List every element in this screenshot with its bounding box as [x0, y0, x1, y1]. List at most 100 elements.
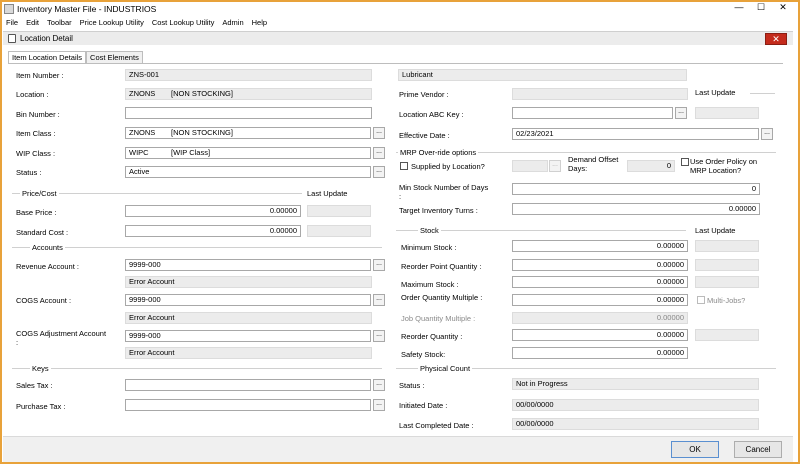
base-price-input[interactable]: 0.00000 [125, 205, 301, 217]
accounts-section: Accounts [12, 243, 382, 252]
menu-help[interactable]: Help [252, 18, 267, 27]
use-order-policy-label-2: MRP Location? [690, 166, 742, 175]
reorder-quantity-input[interactable]: 0.00000 [512, 329, 688, 341]
sales-tax-lookup-button[interactable]: ... [373, 379, 385, 391]
wip-class-label: WIP Class : [16, 149, 56, 158]
last-update-label: Last Update [695, 88, 736, 97]
use-order-policy-label: Use Order Policy on [690, 157, 758, 166]
ok-button[interactable]: OK [671, 441, 719, 458]
min-stock-days-input[interactable]: 0 [512, 183, 760, 195]
minimum-stock-last-update [695, 240, 759, 252]
order-qty-multiple-label: Order Quantity Multiple : [401, 293, 483, 302]
menu-admin[interactable]: Admin [222, 18, 243, 27]
close-app-icon[interactable]: ✕ [772, 2, 794, 13]
menu-edit[interactable]: Edit [26, 18, 39, 27]
menu-file[interactable]: File [6, 18, 18, 27]
window-controls: — ☐ ✕ [728, 2, 794, 13]
maximum-stock-label: Maximum Stock : [401, 280, 459, 289]
status-lookup-button[interactable]: ... [373, 166, 385, 178]
revenue-account-label: Revenue Account : [16, 262, 79, 271]
abc-key-input[interactable] [512, 107, 673, 119]
effective-date-label: Effective Date : [399, 131, 450, 140]
maximum-stock-input[interactable]: 0.00000 [512, 276, 688, 288]
target-turns-input[interactable]: 0.00000 [512, 203, 760, 215]
purchase-tax-input[interactable] [125, 399, 371, 411]
item-class-input[interactable]: ZNONS [NON STOCKING] [125, 127, 371, 139]
dialog-close-icon[interactable]: ✕ [765, 33, 787, 45]
revenue-account-input[interactable]: 9999-000 [125, 259, 371, 271]
tab-divider [8, 63, 783, 64]
multi-jobs-label: Multi-Jobs? [707, 296, 746, 305]
app-title: Inventory Master File - INDUSTRIOS [17, 4, 157, 14]
item-number-label: Item Number : [16, 71, 64, 80]
initiated-date-label: Initiated Date : [399, 401, 448, 410]
reorder-point-last-update [695, 259, 759, 271]
location-field: ZNONS [NON STOCKING] [125, 88, 372, 100]
multi-jobs-checkbox[interactable] [697, 296, 705, 304]
reorder-quantity-label: Reorder Quantity : [401, 332, 463, 341]
abc-key-lookup-button[interactable]: ... [675, 107, 687, 119]
cogs-adj-account-lookup-button[interactable]: ... [373, 330, 385, 342]
item-class-label: Item Class : [16, 129, 56, 138]
purchase-tax-lookup-button[interactable]: ... [373, 399, 385, 411]
keys-section: Keys [12, 364, 382, 373]
stock-section: Stock [396, 226, 686, 235]
status-select[interactable]: Active [125, 166, 371, 178]
supplied-by-location-lookup-button[interactable]: ... [549, 160, 561, 172]
minimum-stock-label: Minimum Stock : [401, 243, 457, 252]
safety-stock-label: Safety Stock: [401, 350, 446, 359]
initiated-date-field: 00/00/0000 [512, 399, 759, 411]
cogs-account-input[interactable]: 9999-000 [125, 294, 371, 306]
cogs-account-lookup-button[interactable]: ... [373, 294, 385, 306]
effective-date-input[interactable]: 02/23/2021 [512, 128, 759, 140]
price-cost-section: Price/Cost [12, 189, 302, 198]
last-completed-date-label: Last Completed Date : [399, 421, 474, 430]
app-titlebar: Inventory Master File - INDUSTRIOS — ☐ ✕ [2, 2, 798, 16]
item-class-code: ZNONS [129, 128, 156, 137]
wip-class-lookup-button[interactable]: ... [373, 147, 385, 159]
menu-cost-lookup[interactable]: Cost Lookup Utility [152, 18, 215, 27]
base-price-label: Base Price : [16, 208, 57, 217]
wip-class-input[interactable]: WIPC [WIP Class] [125, 147, 371, 159]
demand-offset-label: Demand Offset [568, 155, 619, 164]
order-qty-multiple-input[interactable]: 0.00000 [512, 294, 688, 306]
demand-offset-input[interactable]: 0 [627, 160, 675, 172]
physical-count-heading: Physical Count [418, 364, 473, 373]
reorder-point-label: Reorder Point Quantity : [401, 262, 482, 271]
menu-toolbar[interactable]: Toolbar [47, 18, 72, 27]
wip-class-code: WIPC [129, 148, 149, 157]
accounts-heading: Accounts [30, 243, 65, 252]
app-icon [4, 4, 14, 14]
revenue-account-lookup-button[interactable]: ... [373, 259, 385, 271]
menu-price-lookup[interactable]: Price Lookup Utility [80, 18, 144, 27]
cancel-button[interactable]: Cancel [734, 441, 782, 458]
menu-bar: File Edit Toolbar Price Lookup Utility C… [2, 16, 798, 28]
supplied-by-location-checkbox[interactable] [400, 162, 408, 170]
standard-cost-input[interactable]: 0.00000 [125, 225, 301, 237]
demand-offset-days-label: Days: [568, 164, 588, 173]
bin-number-input[interactable] [125, 107, 372, 119]
pc-status-label: Status : [399, 381, 425, 390]
standard-cost-last-update [307, 225, 371, 237]
safety-stock-input[interactable]: 0.00000 [512, 347, 688, 359]
stock-heading: Stock [418, 226, 441, 235]
use-order-policy-checkbox[interactable] [681, 158, 689, 166]
stock-last-update-label: Last Update [695, 226, 736, 235]
sales-tax-label: Sales Tax : [16, 381, 53, 390]
dialog-titlebar: Location Detail ✕ [3, 31, 793, 45]
sales-tax-input[interactable] [125, 379, 371, 391]
minimize-icon[interactable]: — [728, 2, 750, 13]
maximum-stock-last-update [695, 276, 759, 288]
reorder-point-input[interactable]: 0.00000 [512, 259, 688, 271]
maximize-icon[interactable]: ☐ [750, 2, 772, 13]
price-cost-heading: Price/Cost [20, 189, 59, 198]
item-class-lookup-button[interactable]: ... [373, 127, 385, 139]
price-last-update-label: Last Update [307, 189, 348, 198]
effective-date-picker-button[interactable]: ... [761, 128, 773, 140]
cogs-adj-account-input[interactable]: 9999-000 [125, 330, 371, 342]
item-number-field: ZNS-001 [125, 69, 372, 81]
target-turns-label: Target Inventory Turns : [399, 206, 478, 215]
cogs-account-label: COGS Account : [16, 296, 72, 305]
pc-status-field: Not in Progress [512, 378, 759, 390]
minimum-stock-input[interactable]: 0.00000 [512, 240, 688, 252]
